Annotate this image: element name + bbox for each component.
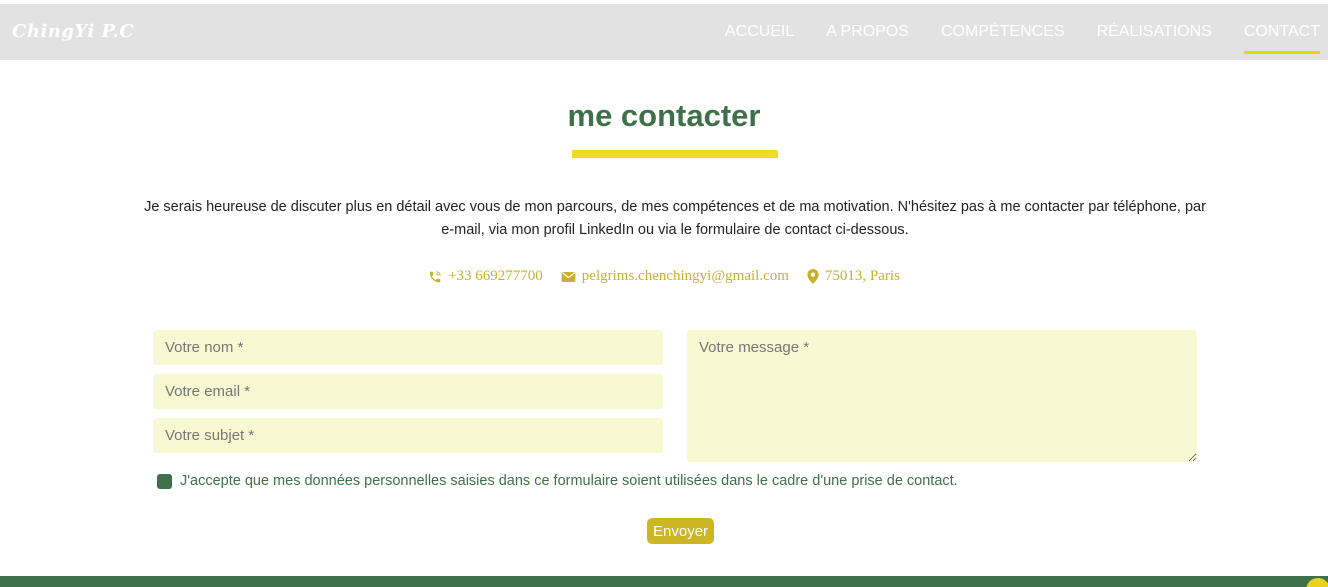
contact-location: 75013, Paris (807, 268, 900, 285)
phone-icon (429, 270, 441, 282)
nav-link-competences[interactable]: COMPÉTENCES (925, 4, 1081, 60)
nav-link-accueil[interactable]: ACCUEIL (709, 4, 810, 60)
consent-checkbox[interactable] (157, 473, 172, 489)
nav-link-realisations[interactable]: RÉALISATIONS (1081, 4, 1228, 60)
nav-link-contact[interactable]: CONTACT (1228, 4, 1321, 60)
title-underline (572, 150, 778, 158)
contact-phone[interactable]: +33 669277700 (428, 268, 543, 285)
envelope-icon (561, 271, 576, 282)
navbar: ChingYi P.C ACCUEIL A PROPOS COMPÉTENCES… (0, 4, 1328, 60)
submit-button[interactable]: Envoyer (647, 518, 715, 544)
logo[interactable]: ChingYi P.C (12, 21, 134, 42)
contact-info: +33 669277700 pelgrims.chenchingyi@gmail… (0, 268, 1328, 285)
section-title: me contacter (567, 98, 761, 133)
phone-number: +33 669277700 (448, 268, 543, 284)
message-textarea[interactable] (687, 330, 1197, 462)
email-input[interactable] (153, 374, 663, 409)
name-input[interactable] (153, 330, 663, 365)
map-pin-icon (807, 269, 819, 284)
nav-menu: ACCUEIL A PROPOS COMPÉTENCES RÉALISATION… (709, 4, 1321, 60)
subject-input[interactable] (153, 418, 663, 453)
nav-link-a-propos[interactable]: A PROPOS (810, 4, 925, 60)
contact-email[interactable]: pelgrims.chenchingyi@gmail.com (561, 268, 789, 285)
intro-text: Je serais heureuse de discuter plus en d… (144, 199, 1206, 238)
consent-label: J'accepte que mes données personnelles s… (180, 473, 958, 489)
location-text: 75013, Paris (824, 268, 900, 284)
consent-row: J'accepte que mes données personnelles s… (157, 473, 958, 489)
email-address: pelgrims.chenchingyi@gmail.com (581, 268, 789, 284)
footer (0, 576, 1328, 587)
